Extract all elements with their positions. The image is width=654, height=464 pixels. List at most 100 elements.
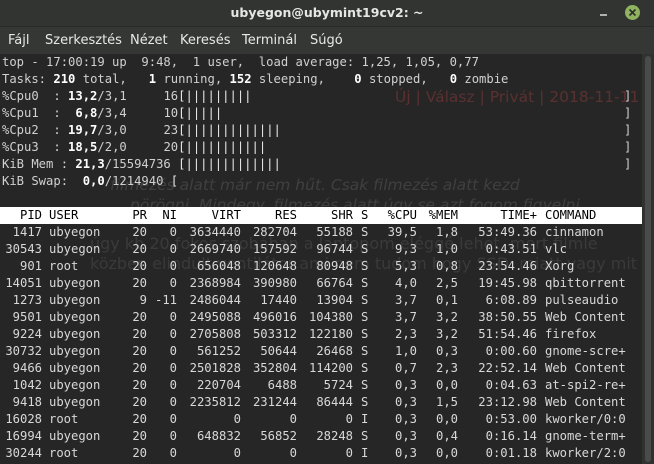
process-res: 157592 — [252, 242, 297, 256]
process-user: root — [49, 446, 79, 460]
cpu-line: %Cpu2 : 19,7/3,0 23[||||||||||||| — [2, 122, 281, 139]
process-time: 53:49.36 — [478, 225, 537, 239]
process-row[interactable]: 9224 ubyegon 20 0 2705808 503312 122180 S 2,3 3,2… — [0, 326, 642, 343]
process-state: S — [361, 378, 369, 392]
close-button[interactable] — [625, 5, 640, 20]
terminal-scrollbar[interactable] — [642, 54, 654, 464]
process-cpu: 0,7 — [394, 361, 417, 375]
cpu-bar: [||||||||| — [178, 89, 252, 103]
menu-edit[interactable]: Szerkesztés — [45, 33, 122, 48]
column-header-shr: SHR — [330, 208, 353, 222]
process-res: 352804 — [252, 361, 297, 375]
process-command: Web Content — [545, 395, 626, 409]
terminal-view[interactable]: Új | Válasz | Privát | 2018-11-11 filmez… — [0, 54, 642, 464]
cpu-bar-end: ] — [624, 106, 632, 120]
process-command: kworker/0:0 — [545, 412, 626, 426]
process-ni: -11 — [154, 293, 177, 307]
process-ni: 0 — [169, 276, 177, 290]
mem-total: /15594736 — [104, 157, 171, 171]
tasks-stopped: 0 — [354, 72, 362, 86]
process-row[interactable]: 16994 ubyegon 20 0 648832 56852 28248 S 0,3 0,4 0:… — [0, 428, 642, 445]
process-row[interactable]: 1273 ubyegon 9 -11 2486044 17440 13904 S 3,7 0,1 6… — [0, 292, 642, 309]
process-time: 0:01.18 — [485, 446, 537, 460]
tasks-zombie-label: zombie — [464, 72, 509, 86]
cpu-bar-end: ] — [624, 123, 632, 137]
cpu-user: 18,5 — [68, 140, 98, 154]
process-command: firefox — [545, 327, 597, 341]
process-user: ubyegon — [49, 310, 101, 324]
menu-terminal[interactable]: Terminál — [242, 33, 297, 48]
cpu-bar-end: ] — [624, 140, 632, 154]
process-virt: 2495088 — [189, 310, 241, 324]
top-output: top - 17:00:19 up 9:48, 1 user, load ave… — [0, 54, 642, 222]
column-header-user: USER — [49, 208, 79, 222]
minimize-button[interactable] — [596, 5, 611, 20]
tasks-stopped-label: stopped, — [368, 72, 428, 86]
process-cpu: 39,5 — [387, 225, 417, 239]
menu-help[interactable]: Súgó — [310, 33, 343, 48]
process-row[interactable]: 9501 ubyegon 20 0 2495088 496016 104380 S 3,7 3,2… — [0, 309, 642, 326]
window-title: ubyegon@ubymint19cv2: ~ — [230, 5, 424, 20]
process-time: 23:54.46 — [478, 259, 537, 273]
tasks-sleeping: 152 — [229, 72, 252, 86]
process-res: 120648 — [252, 259, 297, 273]
process-row[interactable]: 30543 ubyegon 20 0 2669740 157592 96744 S 9,3 1,0… — [0, 241, 642, 258]
process-user: ubyegon — [49, 225, 101, 239]
process-pr: 20 — [132, 344, 147, 358]
process-shr: 55188 — [316, 225, 353, 239]
menu-file[interactable]: Fájl — [8, 33, 29, 48]
window-titlebar[interactable]: ubyegon@ubymint19cv2: ~ — [0, 0, 654, 27]
process-user: ubyegon — [49, 242, 101, 256]
process-pr: 20 — [132, 429, 147, 443]
cpu-system: /3,1 — [97, 89, 127, 103]
process-state: S — [361, 395, 369, 409]
process-time: 19:45.98 — [478, 276, 537, 290]
process-row[interactable]: 9466 ubyegon 20 0 2501828 352804 114200 S 0,7 2,3… — [0, 360, 642, 377]
process-row[interactable]: 30732 ubyegon 20 0 561252 50644 26468 S 1,0 0,3 0:… — [0, 343, 642, 360]
process-pid: 9466 — [12, 361, 42, 375]
process-time: 0:16.14 — [485, 429, 537, 443]
process-mem: 1,5 — [435, 395, 458, 409]
process-row[interactable]: 1417 ubyegon 20 0 3634440 282704 55188 S 39,5 1,8… — [0, 224, 642, 241]
process-pid: 30244 — [5, 446, 42, 460]
process-virt: 0 — [233, 446, 241, 460]
cpu-total: 10 — [163, 106, 179, 120]
process-state: S — [361, 225, 369, 239]
swap-total: /1214940 — [104, 174, 164, 188]
process-mem: 0,0 — [435, 412, 458, 426]
process-pid: 30543 — [5, 242, 42, 256]
process-state: I — [361, 412, 369, 426]
swap-used: 0,0 — [75, 174, 105, 188]
process-row[interactable]: 14051 ubyegon 20 0 2368984 390980 66764 S 4,0 2,5… — [0, 275, 642, 292]
process-command: gnome-term+ — [545, 429, 626, 443]
process-shr: 28248 — [316, 429, 353, 443]
scrollbar-thumb[interactable] — [645, 56, 651, 462]
process-row[interactable]: 9418 ubyegon 20 0 2235812 231244 86444 S 0,3 1,5 2… — [0, 394, 642, 411]
process-row[interactable]: 16028 root 20 0 0 0 0 I 0,3 0,0 0:53.00 kworker/0:0 — [0, 411, 642, 428]
uptime-line: top - 17:00:19 up 9:48, 1 user, load ave… — [2, 55, 479, 69]
cpu-label: %Cpu2 : — [2, 123, 69, 137]
process-pr: 20 — [132, 225, 147, 239]
process-pr: 20 — [132, 395, 147, 409]
process-row[interactable]: 901 root 20 0 656048 120648 80948 S 5,3 0,8 23:54.… — [0, 258, 642, 275]
process-cpu: 0,3 — [394, 412, 417, 426]
menu-search[interactable]: Keresés — [180, 33, 230, 48]
column-header-ni: NI — [162, 208, 177, 222]
menu-view[interactable]: Nézet — [130, 33, 168, 48]
process-pr: 20 — [132, 327, 147, 341]
process-command: qbittorrent — [545, 276, 626, 290]
process-shr: 13904 — [316, 293, 353, 307]
tasks-zombie: 0 — [449, 72, 458, 86]
process-state: S — [361, 276, 369, 290]
mem-bar-end: ] — [624, 157, 632, 171]
cpu-user: 19,7 — [68, 123, 98, 137]
process-pid: 16028 — [5, 412, 42, 426]
process-virt: 220704 — [196, 378, 241, 392]
process-shr: 66764 — [316, 276, 353, 290]
process-command: gnome-scre+ — [545, 344, 626, 358]
process-mem: 0,0 — [435, 446, 458, 460]
process-user: ubyegon — [49, 378, 101, 392]
process-row[interactable]: 30244 root 20 0 0 0 0 I 0,3 0,0 0:01.18 kworker/2:0 — [0, 445, 642, 462]
process-row[interactable]: 1042 ubyegon 20 0 220704 6488 5724 S 0,3 0,0 0:04.… — [0, 377, 642, 394]
process-pid: 14051 — [5, 276, 42, 290]
